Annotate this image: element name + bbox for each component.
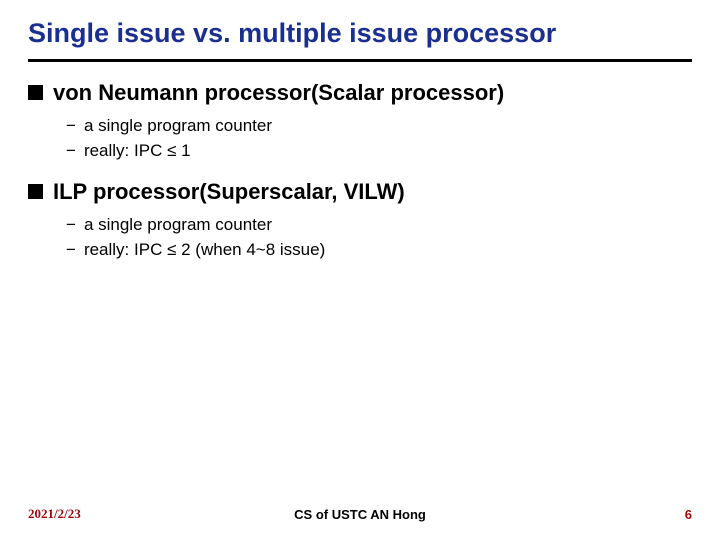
section-head: ILP processor(Superscalar, VILW) [28, 179, 692, 205]
slide-title: Single issue vs. multiple issue processo… [28, 18, 692, 49]
section-heading: von Neumann processor(Scalar processor) [53, 80, 504, 106]
section-ilp: ILP processor(Superscalar, VILW) − a sin… [28, 179, 692, 262]
footer-page-number: 6 [685, 507, 692, 522]
list-item: − really: IPC ≤ 1 [66, 139, 692, 164]
section-heading: ILP processor(Superscalar, VILW) [53, 179, 405, 205]
footer: 2021/2/23 CS of USTC AN Hong 6 [28, 506, 692, 522]
square-bullet-icon [28, 184, 43, 199]
dash-icon: − [66, 139, 76, 164]
section-von-neumann: von Neumann processor(Scalar processor) … [28, 80, 692, 163]
footer-center: CS of USTC AN Hong [294, 507, 426, 522]
list-item-text: a single program counter [84, 114, 272, 139]
dash-icon: − [66, 238, 76, 263]
list-item-text: really: IPC ≤ 1 [84, 139, 191, 164]
dash-icon: − [66, 114, 76, 139]
sub-list: − a single program counter − really: IPC… [28, 114, 692, 163]
sub-list: − a single program counter − really: IPC… [28, 213, 692, 262]
title-underline [28, 59, 692, 62]
list-item: − really: IPC ≤ 2 (when 4~8 issue) [66, 238, 692, 263]
square-bullet-icon [28, 85, 43, 100]
list-item-text: a single program counter [84, 213, 272, 238]
slide: Single issue vs. multiple issue processo… [0, 0, 720, 540]
dash-icon: − [66, 213, 76, 238]
list-item: − a single program counter [66, 114, 692, 139]
list-item-text: really: IPC ≤ 2 (when 4~8 issue) [84, 238, 325, 263]
list-item: − a single program counter [66, 213, 692, 238]
footer-date: 2021/2/23 [28, 506, 81, 522]
section-head: von Neumann processor(Scalar processor) [28, 80, 692, 106]
